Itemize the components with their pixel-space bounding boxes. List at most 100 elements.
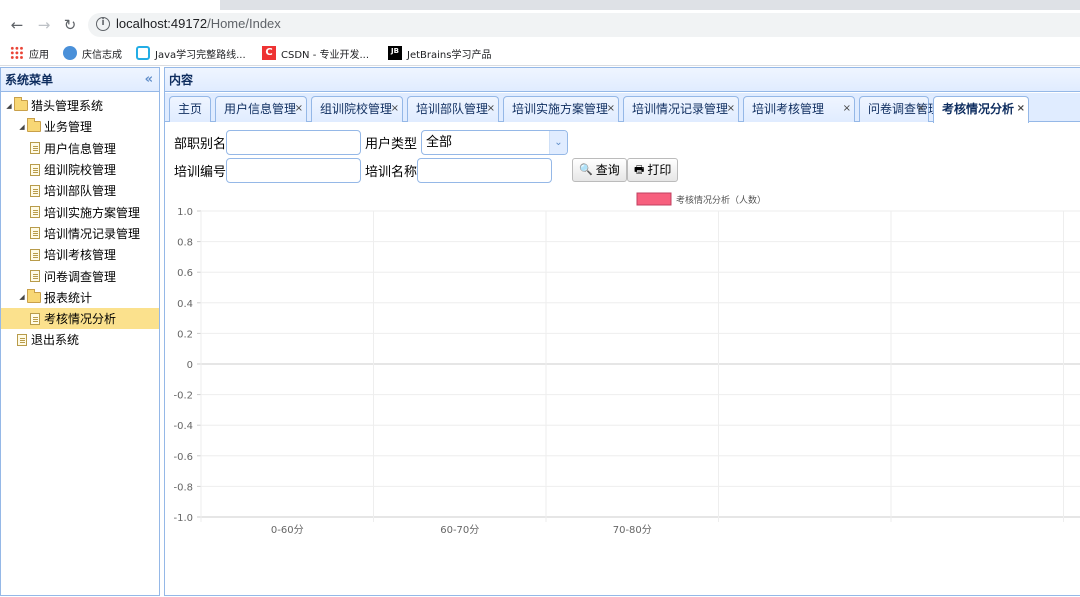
tree-node[interactable]: ◢ 猎头管理系统 [1, 95, 159, 116]
tree-node-label: 猎头管理系统 [31, 99, 104, 114]
legend-swatch [636, 192, 672, 206]
user-type-select[interactable]: 全部 ⌄ [421, 130, 568, 155]
content-header: 内容 [165, 68, 1080, 92]
folder-icon [27, 118, 41, 133]
tree-node-label: 考核情况分析 [44, 312, 117, 327]
content-title: 内容 [169, 73, 194, 87]
expand-toggle-icon[interactable]: ◢ [17, 123, 27, 131]
tree-node[interactable]: 问卷调查管理 [1, 265, 159, 286]
train-no-label: 培训编号 [174, 165, 227, 180]
app-layout: 系统菜单 « ◢ 猎头管理系统 ◢ 业务管理 用户信息管理 组训院校管理 培训部队管理 培训实… [0, 67, 1080, 596]
tree-node-label: 退出系统 [31, 333, 80, 348]
tree-node-label: 培训实施方案管理 [44, 205, 141, 220]
dept-input[interactable] [226, 130, 361, 155]
y-tick-label: -0.6 [173, 452, 193, 463]
collapse-icon[interactable]: « [145, 68, 153, 92]
file-icon [30, 163, 40, 176]
bookmarks-bar: 应用 庆信志成 Java学习完整路线... C CSDN - 专业开发... J… [0, 40, 1080, 66]
train-name-input[interactable] [417, 158, 552, 183]
reload-icon[interactable]: ↻ [61, 16, 79, 34]
tree-node-label: 培训考核管理 [44, 248, 117, 263]
tab-label: 培训部队管理 [416, 102, 489, 116]
bookmark-label: Java学习完整路线... [155, 49, 246, 61]
close-icon[interactable]: × [1017, 97, 1025, 121]
tab-4[interactable]: 培训实施方案管理 × [503, 96, 619, 122]
forward-icon[interactable]: → [35, 16, 53, 34]
y-tick-label: 0.8 [177, 238, 193, 249]
train-no-input[interactable] [226, 158, 361, 183]
tab-1[interactable]: 用户信息管理 × [215, 96, 307, 122]
tree-node[interactable]: 培训情况记录管理 [1, 223, 159, 244]
close-icon[interactable]: × [843, 97, 851, 121]
tree-node-label: 问卷调查管理 [44, 269, 117, 284]
close-icon[interactable]: × [487, 97, 495, 121]
bookmark-csdn[interactable]: C CSDN - 专业开发... [262, 45, 369, 61]
x-tick-label: 70-80分 [613, 524, 652, 536]
file-icon [17, 333, 27, 346]
tree-node[interactable]: 考核情况分析 [1, 307, 159, 330]
apps-icon [10, 46, 24, 60]
tab-label: 问卷调查管理 [868, 102, 941, 116]
csdn-icon: C [262, 46, 276, 60]
back-icon[interactable]: ← [8, 16, 26, 34]
tab-3[interactable]: 培训部队管理 × [407, 96, 499, 122]
close-icon[interactable]: × [727, 97, 735, 121]
printer-icon: 🖶 [634, 163, 645, 176]
tree-node[interactable]: 组训院校管理 [1, 159, 159, 180]
bookmark-java[interactable]: Java学习完整路线... [136, 45, 246, 61]
url-text: localhost:49172/Home/Index [116, 16, 281, 31]
query-button[interactable]: 🔍 查询 [572, 158, 627, 182]
tree-node[interactable]: ◢ 业务管理 [1, 116, 159, 137]
jetbrains-icon: JB [388, 46, 402, 60]
file-icon [30, 312, 40, 325]
dept-label: 部职别名 [174, 137, 227, 152]
tab-label: 考核情况分析 [942, 102, 1015, 116]
folder-icon [27, 288, 41, 303]
expand-toggle-icon[interactable]: ◢ [4, 102, 14, 110]
user-type-value: 全部 [426, 135, 453, 150]
tab-8[interactable]: 考核情况分析 × [933, 96, 1029, 123]
expand-toggle-icon[interactable]: ◢ [17, 293, 27, 301]
y-tick-label: 0 [187, 360, 193, 371]
print-button[interactable]: 🖶 打印 [627, 158, 679, 182]
address-field[interactable]: i localhost:49172/Home/Index [88, 13, 1080, 37]
bookmark-apps[interactable]: 应用 [10, 45, 49, 61]
tab-6[interactable]: 培训考核管理 × [743, 96, 855, 122]
chevron-down-icon[interactable]: ⌄ [549, 131, 567, 154]
close-icon[interactable]: × [295, 97, 303, 121]
close-icon[interactable]: × [391, 97, 399, 121]
close-icon[interactable]: × [607, 97, 615, 121]
print-button-label: 打印 [647, 163, 672, 177]
user-type-label: 用户类型 [365, 137, 418, 152]
tab-label: 培训情况记录管理 [632, 102, 729, 116]
bookmark-jetbrains[interactable]: JB JetBrains学习产品 [388, 45, 491, 61]
content-panel: 内容 主页 用户信息管理 × 组训院校管理 × 培训部队管理 × 培训实施方案管理 × 培训情况记… [164, 67, 1080, 596]
tab-5[interactable]: 培训情况记录管理 × [623, 96, 739, 122]
tab-2[interactable]: 组训院校管理 × [311, 96, 403, 122]
y-tick-label: 0.2 [177, 329, 193, 340]
tree-node[interactable]: 培训部队管理 [1, 180, 159, 201]
tree-node[interactable]: 培训考核管理 [1, 244, 159, 265]
legend-label: 考核情况分析（人数） [676, 194, 766, 206]
y-tick-label: -0.8 [173, 482, 193, 493]
tree-node[interactable]: 用户信息管理 [1, 138, 159, 159]
tree-node[interactable]: 培训实施方案管理 [1, 201, 159, 222]
y-tick-label: 0.6 [177, 268, 193, 279]
sidebar-header: 系统菜单 « [1, 68, 159, 92]
tree-node[interactable]: 退出系统 [1, 329, 159, 350]
tab-7[interactable]: 问卷调查管理 × [859, 96, 940, 122]
tree-node-label: 用户信息管理 [44, 141, 117, 156]
file-icon [30, 270, 40, 283]
file-icon [30, 206, 40, 219]
bookmark-label: 应用 [29, 49, 49, 61]
info-icon[interactable]: i [96, 17, 110, 31]
bookmark-qingxin[interactable]: 庆信志成 [63, 45, 122, 61]
tree-node[interactable]: ◢ 报表统计 [1, 287, 159, 308]
tree-node-label: 培训情况记录管理 [44, 226, 141, 241]
tab-0[interactable]: 主页 [169, 96, 211, 122]
close-icon[interactable]: × [917, 97, 925, 121]
tree-node-label: 组训院校管理 [44, 163, 117, 178]
browser-tab[interactable] [0, 0, 220, 10]
tab-bar: 主页 用户信息管理 × 组训院校管理 × 培训部队管理 × 培训实施方案管理 × 培训情况记录管理… [165, 93, 1080, 123]
sidebar: 系统菜单 « ◢ 猎头管理系统 ◢ 业务管理用户信息管理 组训院校管理培训部队管理培训实… [0, 67, 160, 596]
